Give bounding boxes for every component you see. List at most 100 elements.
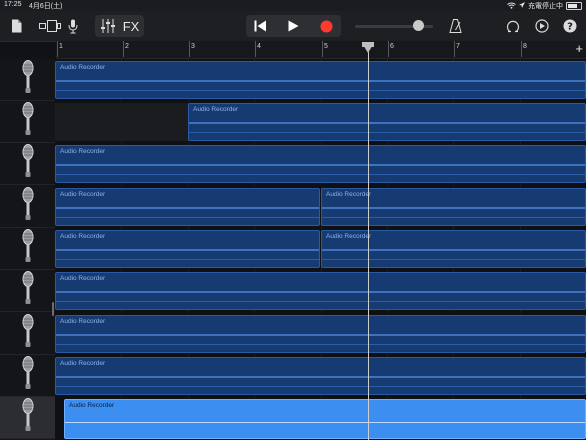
waveform — [56, 301, 585, 302]
go-to-beginning-button[interactable] — [250, 11, 270, 41]
region-label: Audio Recorder — [193, 106, 239, 113]
metronome-button[interactable] — [445, 11, 465, 41]
microphone-icon — [21, 271, 35, 310]
audio-region-selected[interactable]: Audio Recorder — [64, 399, 586, 439]
record-button[interactable] — [316, 11, 336, 41]
audio-region[interactable]: Audio Recorder — [55, 315, 586, 353]
empty-area — [55, 103, 188, 141]
add-section-button[interactable]: + — [575, 42, 583, 55]
audio-region[interactable]: Audio Recorder — [55, 61, 586, 99]
waveform — [56, 164, 585, 166]
waveform — [56, 80, 585, 82]
track-header[interactable] — [0, 186, 55, 228]
bar-number: 7 — [454, 41, 460, 57]
header-resize-handle[interactable] — [52, 302, 54, 316]
track-header[interactable] — [0, 313, 55, 355]
playhead-marker[interactable] — [362, 43, 374, 53]
loop-icon — [506, 20, 520, 33]
microphone-icon — [21, 398, 35, 437]
timeline-ruler[interactable]: 1 2 3 4 5 6 7 8 + — [56, 41, 586, 59]
microphone-icon — [21, 229, 35, 268]
bar-number: 4 — [255, 41, 261, 57]
audio-region[interactable]: Audio Recorder — [55, 145, 586, 183]
waveform — [322, 207, 585, 209]
song-settings-button[interactable] — [532, 11, 552, 41]
sliders-icon — [101, 19, 115, 33]
track-lane: Audio Recorder Audio Recorder — [55, 186, 586, 228]
region-label: Audio Recorder — [60, 275, 106, 282]
audio-region[interactable]: Audio Recorder — [321, 188, 586, 226]
track-header[interactable] — [0, 101, 55, 143]
waveform — [322, 259, 585, 260]
region-label: Audio Recorder — [60, 64, 106, 71]
microphone-icon — [68, 19, 78, 33]
audio-region[interactable]: Audio Recorder — [55, 357, 586, 395]
region-label: Audio Recorder — [326, 191, 372, 198]
skip-back-icon — [254, 20, 266, 32]
location-icon — [519, 2, 525, 10]
track-lane: Audio Recorder — [55, 59, 586, 101]
bar-number: 1 — [57, 41, 63, 57]
region-label: Audio Recorder — [60, 191, 106, 198]
track-lane: Audio Recorder — [55, 270, 586, 312]
browser-button[interactable] — [38, 11, 62, 41]
waveform — [189, 122, 585, 124]
microphone-icon — [21, 60, 35, 99]
track-lane: Audio Recorder — [55, 143, 586, 185]
audio-region[interactable]: Audio Recorder — [188, 103, 586, 141]
track-header[interactable] — [0, 355, 55, 397]
audio-region[interactable]: Audio Recorder — [55, 230, 320, 268]
status-date: 4月6日(土) — [29, 3, 63, 10]
track-header[interactable] — [0, 143, 55, 185]
track-lane-selected: Audio Recorder — [55, 397, 586, 439]
region-label: Audio Recorder — [60, 360, 106, 367]
bar-number: 2 — [123, 41, 129, 57]
region-label: Audio Recorder — [60, 233, 106, 240]
track-lane: Audio Recorder — [55, 313, 586, 355]
status-bar: 17:25 4月6日(土) 充電停止中 — [0, 0, 586, 11]
microphone-icon — [21, 102, 35, 141]
toolbar: FX ? — [0, 11, 586, 42]
audio-region[interactable]: Audio Recorder — [55, 188, 320, 226]
my-songs-button[interactable] — [8, 11, 24, 41]
playhead-line — [368, 50, 369, 440]
waveform — [189, 132, 585, 133]
status-time: 17:25 — [4, 1, 22, 8]
track-header-selected[interactable] — [0, 397, 55, 439]
waveform — [56, 291, 585, 293]
microphone-icon — [21, 314, 35, 353]
loop-browser-button[interactable] — [503, 11, 523, 41]
document-icon — [11, 19, 21, 33]
record-icon — [320, 20, 332, 32]
track-header[interactable] — [0, 59, 55, 101]
battery-icon — [566, 2, 582, 10]
fx-button[interactable]: FX — [121, 11, 141, 41]
tracks-view-icon — [39, 20, 61, 32]
region-label: Audio Recorder — [69, 402, 115, 409]
region-label: Audio Recorder — [326, 233, 372, 240]
play-button[interactable] — [283, 11, 303, 41]
waveform — [56, 259, 319, 260]
play-icon — [288, 20, 298, 32]
bar-number: 8 — [521, 41, 527, 57]
mixer-button[interactable] — [99, 11, 117, 41]
help-icon: ? — [563, 19, 577, 33]
track-header[interactable] — [0, 228, 55, 270]
audio-region[interactable]: Audio Recorder — [55, 272, 586, 310]
waveform — [65, 422, 585, 423]
tracks-area[interactable]: Audio Recorder Audio Recorder Audio Reco… — [55, 59, 586, 440]
audio-region[interactable]: Audio Recorder — [321, 230, 586, 268]
microphone-icon — [21, 144, 35, 183]
waveform — [56, 376, 585, 378]
record-input-button[interactable] — [66, 11, 80, 41]
waveform — [56, 90, 585, 91]
track-header[interactable] — [0, 270, 55, 312]
help-button[interactable]: ? — [560, 11, 580, 41]
fx-label: FX — [122, 18, 140, 34]
wifi-icon — [507, 2, 516, 11]
metronome-icon — [448, 19, 462, 33]
waveform — [322, 249, 585, 251]
master-volume-knob[interactable] — [413, 20, 424, 31]
track-lane: Audio Recorder — [55, 101, 586, 143]
waveform — [56, 249, 319, 251]
